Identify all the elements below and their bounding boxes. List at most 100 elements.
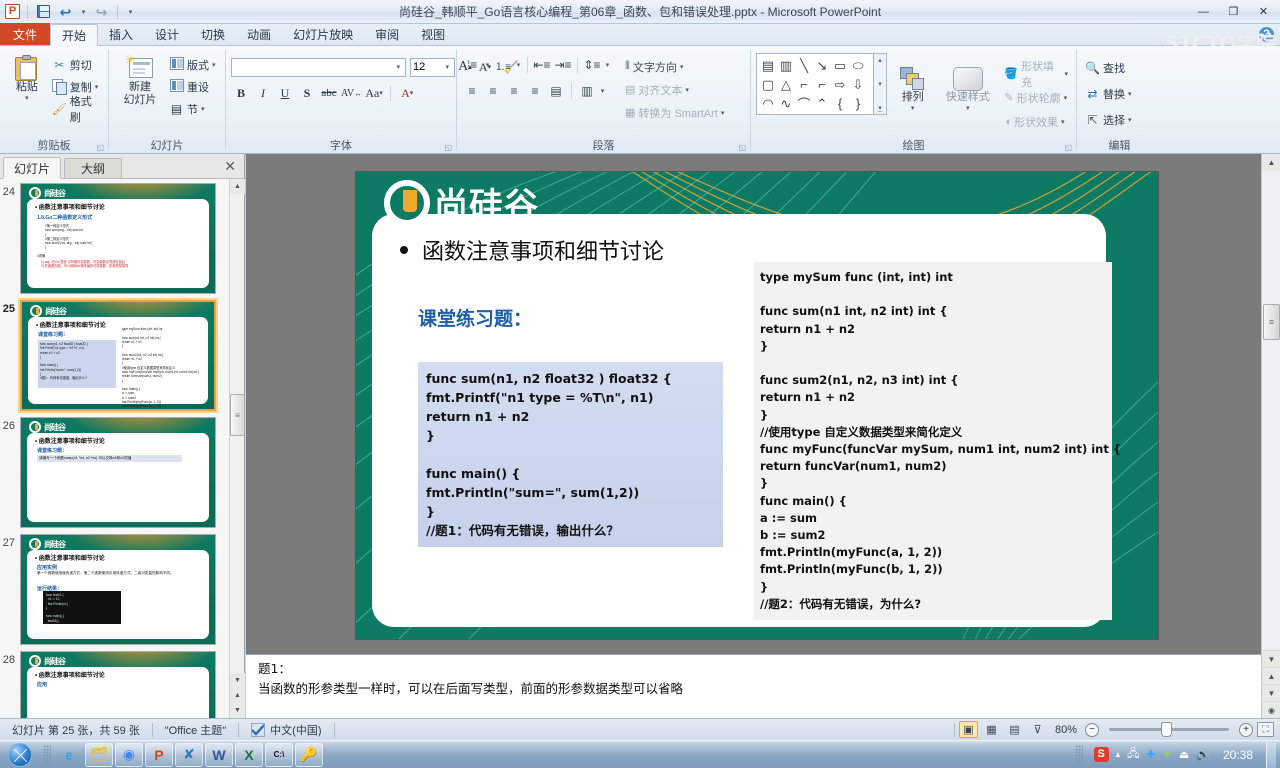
help-icon[interactable]: ?	[1259, 27, 1274, 42]
shape-item-1[interactable]: ▥	[777, 56, 795, 75]
thumbnail-slide-26[interactable]: 26 尚硅谷 • 函数注意事项和细节讨论 课堂练习题： 请编写一个函数swap(n…	[0, 417, 230, 528]
thumbnail-slide-27[interactable]: 27 尚硅谷 • 函数注意事项和细节讨论 应用实例 第一个函数使用值传递方式，第二…	[0, 534, 230, 645]
thumbnail-slide-24[interactable]: 24 尚硅谷 • 函数注意事项和细节讨论 1.8.Go二种函数定义形式 //第一种…	[0, 183, 230, 294]
reset-button[interactable]: 重设	[166, 76, 219, 98]
thumbnail-preview[interactable]: 尚硅谷 • 函数注意事项和细节讨论 应用	[20, 651, 216, 718]
thumbnail-list[interactable]: 24 尚硅谷 • 函数注意事项和细节讨论 1.8.Go二种函数定义形式 //第一种…	[0, 179, 230, 718]
tab-home[interactable]: 开始	[50, 24, 99, 46]
language-indicator[interactable]: 中文(中国)	[239, 722, 333, 738]
text-direction-button[interactable]: ⦀ 文字方向 ▾	[622, 56, 727, 77]
shape-item-5[interactable]: ⬭	[849, 56, 867, 75]
tab-insert[interactable]: 插入	[98, 23, 144, 45]
decrease-indent-button[interactable]: ⇤≡	[532, 55, 552, 75]
font-dialog-launcher[interactable]: ◱	[444, 143, 452, 152]
shape-item-7[interactable]: △	[777, 75, 795, 94]
taskbar-file-explorer[interactable]: 🗂	[85, 742, 113, 767]
shape-item-9[interactable]: ⌐	[813, 75, 831, 94]
shape-item-11[interactable]: ⇩	[849, 75, 867, 94]
volume-icon[interactable]: 🔊	[1196, 748, 1210, 761]
slide-area-scrollbar[interactable]: ▲ ≡ ▼ ▲ ▼ ◉	[1261, 154, 1280, 718]
zoom-slider-thumb[interactable]	[1161, 722, 1172, 737]
slide-editing-area[interactable]: 尚硅谷 函数注意事项和细节讨论 课堂练习题： func sum(n1, n2 f…	[246, 154, 1261, 757]
arrange-button[interactable]: 排列 ▾	[887, 53, 938, 112]
align-center-button[interactable]: ≡	[483, 81, 503, 101]
select-button[interactable]: ⇱ 选择 ▾	[1082, 109, 1135, 131]
shape-item-13[interactable]: ∿	[777, 94, 795, 113]
scroll-down-icon[interactable]: ▼	[1262, 650, 1280, 667]
numbering-button[interactable]: ⒈≡	[493, 55, 513, 75]
shape-effects-button[interactable]: ◖ 形状效果 ▾	[1001, 111, 1071, 132]
scroll-up-icon[interactable]: ▲	[230, 179, 245, 194]
toolbar-grip[interactable]	[43, 744, 51, 765]
shape-fill-button[interactable]: 🪣 形状填充 ▾	[1001, 61, 1071, 89]
thumbnail-preview[interactable]: 尚硅谷 • 函数注意事项和细节讨论 课堂练习题： func sum(n1, n2 …	[20, 300, 216, 411]
shapes-gallery-scrollbar[interactable]: ▴ ▾ ▾̲	[874, 53, 887, 115]
close-panel-icon[interactable]: ✕	[224, 158, 236, 175]
taskbar-microsoft-word[interactable]: W	[205, 742, 233, 767]
undo-button[interactable]: ↩	[57, 3, 74, 20]
fit-to-window-button[interactable]: ⛶	[1257, 722, 1274, 737]
shape-item-10[interactable]: ⇨	[831, 75, 849, 94]
italic-button[interactable]: I	[253, 83, 273, 103]
increase-indent-button[interactable]: ⇥≡	[553, 55, 573, 75]
strikethrough-button[interactable]: abc	[319, 83, 339, 103]
section-button[interactable]: ▤ 节 ▾	[166, 98, 219, 120]
taskbar-visual-studio-code[interactable]: ✘	[175, 742, 203, 767]
find-button[interactable]: 🔍 查找	[1082, 57, 1128, 79]
powerpoint-logo-icon[interactable]: P	[5, 4, 20, 19]
character-spacing-button[interactable]: AV ↔	[341, 83, 362, 103]
minimize-button[interactable]: —	[1189, 2, 1218, 21]
taskbar-powerpoint[interactable]: P	[145, 742, 173, 767]
undo-dropdown[interactable]: ▾	[79, 3, 88, 20]
align-text-button[interactable]: ▤ 对齐文本 ▾	[622, 79, 727, 100]
tab-animations[interactable]: 动画	[236, 23, 282, 45]
distribute-button[interactable]: ▤	[546, 81, 566, 101]
bullets-button[interactable]: ⁞≡	[462, 55, 482, 75]
tab-file[interactable]: 文件	[0, 23, 50, 45]
notes-text[interactable]: 题1： 当函数的形参类型一样时，可以在后面写类型，前面的形参数据类型可以省略	[258, 659, 1249, 718]
tab-design[interactable]: 设计	[144, 23, 190, 45]
text-shadow-button[interactable]: S	[297, 83, 317, 103]
zoom-slider[interactable]	[1109, 722, 1229, 737]
bold-button[interactable]: B	[231, 83, 251, 103]
taskbar-other-app[interactable]: 🔑	[295, 742, 323, 767]
next-slide-icon[interactable]: ▼	[230, 703, 245, 718]
reading-view-button[interactable]: ▤	[1005, 721, 1024, 738]
sogou-ime-icon[interactable]: S	[1093, 747, 1109, 762]
shape-item-15[interactable]: ⌃	[813, 94, 831, 113]
quick-styles-button[interactable]: 快速样式 ▾	[938, 53, 997, 112]
network-icon[interactable]: 🖧	[1127, 745, 1139, 764]
notes-pane[interactable]: 题1： 当函数的形参类型一样时，可以在后面写类型，前面的形参数据类型可以省略	[246, 654, 1261, 718]
font-color-button[interactable]: A ▾	[397, 83, 417, 103]
line-spacing-button[interactable]: ⇕≡	[582, 55, 602, 75]
tab-transitions[interactable]: 切换	[190, 23, 236, 45]
thumbnail-slide-25[interactable]: 25 尚硅谷 • 函数注意事项和细节讨论 课堂练习题： func sum(n1, …	[0, 300, 230, 411]
panel-tab-slides[interactable]: 幻灯片	[3, 157, 62, 179]
normal-view-button[interactable]: ▣	[958, 721, 978, 738]
safe-remove-icon[interactable]: ⏏	[1179, 748, 1189, 761]
current-slide[interactable]: 尚硅谷 函数注意事项和细节讨论 课堂练习题： func sum(n1, n2 f…	[356, 172, 1158, 639]
customize-qat-button[interactable]: ▾	[125, 3, 136, 20]
save-button[interactable]	[35, 3, 52, 20]
clipboard-dialog-launcher-icon[interactable]: ◱	[96, 143, 104, 152]
scroll-down-icon[interactable]: ▼	[230, 673, 245, 688]
shape-item-12[interactable]: ◠	[759, 94, 777, 113]
shape-item-6[interactable]: ▢	[759, 75, 777, 94]
start-button[interactable]	[1, 742, 39, 768]
scroll-up-icon[interactable]: ▲	[1262, 154, 1280, 171]
columns-button[interactable]: ▥	[577, 81, 597, 101]
new-slide-button[interactable]: ✳ 新建 幻灯片	[114, 49, 166, 107]
change-case-button[interactable]: Aa ▾	[364, 83, 384, 103]
shape-item-14[interactable]: ⌒	[795, 94, 813, 113]
scrollbar-thumb[interactable]: ≡	[230, 394, 245, 436]
taskbar-command-prompt[interactable]: C:\	[265, 742, 293, 767]
underline-button[interactable]: U	[275, 83, 295, 103]
shape-item-3[interactable]: ↘	[813, 56, 831, 75]
layout-button[interactable]: 版式 ▾	[166, 54, 219, 76]
thumbnail-preview[interactable]: 尚硅谷 • 函数注意事项和细节讨论 应用实例 第一个函数使用值传递方式，第二个函数…	[20, 534, 216, 645]
code-block-left[interactable]: func sum(n1, n2 float32 ) float32 { fmt.…	[418, 362, 723, 547]
shape-item-8[interactable]: ⌐	[795, 75, 813, 94]
previous-slide-icon[interactable]: ▲	[230, 688, 245, 703]
show-desktop-button[interactable]	[1266, 741, 1276, 768]
taskbar-google-chrome[interactable]: ◉	[115, 742, 143, 767]
